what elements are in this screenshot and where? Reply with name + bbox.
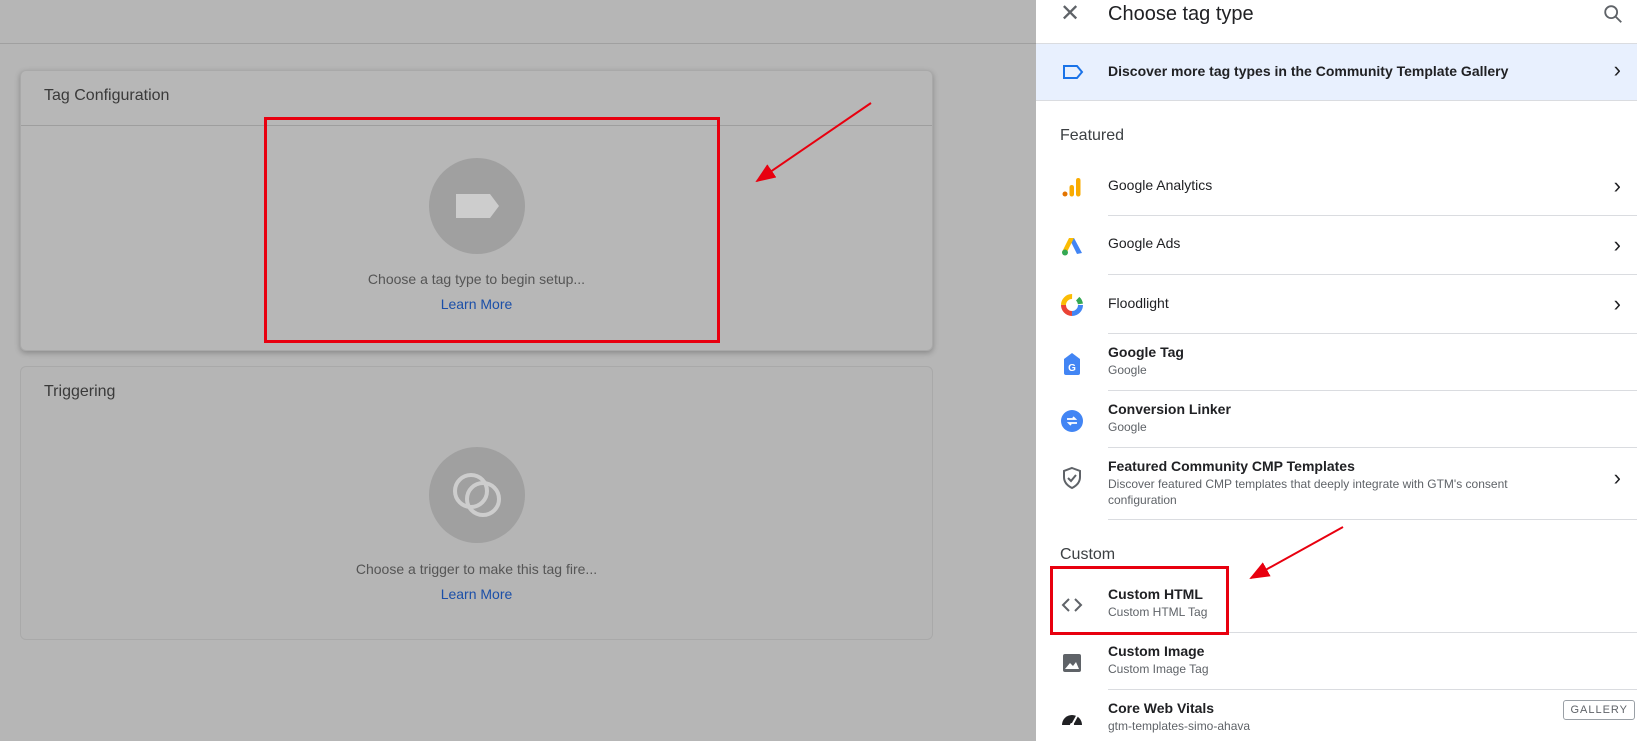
annotation-arrows [755,102,1344,579]
annotation-arrow [755,102,872,183]
annotation-arrow [1249,526,1344,579]
